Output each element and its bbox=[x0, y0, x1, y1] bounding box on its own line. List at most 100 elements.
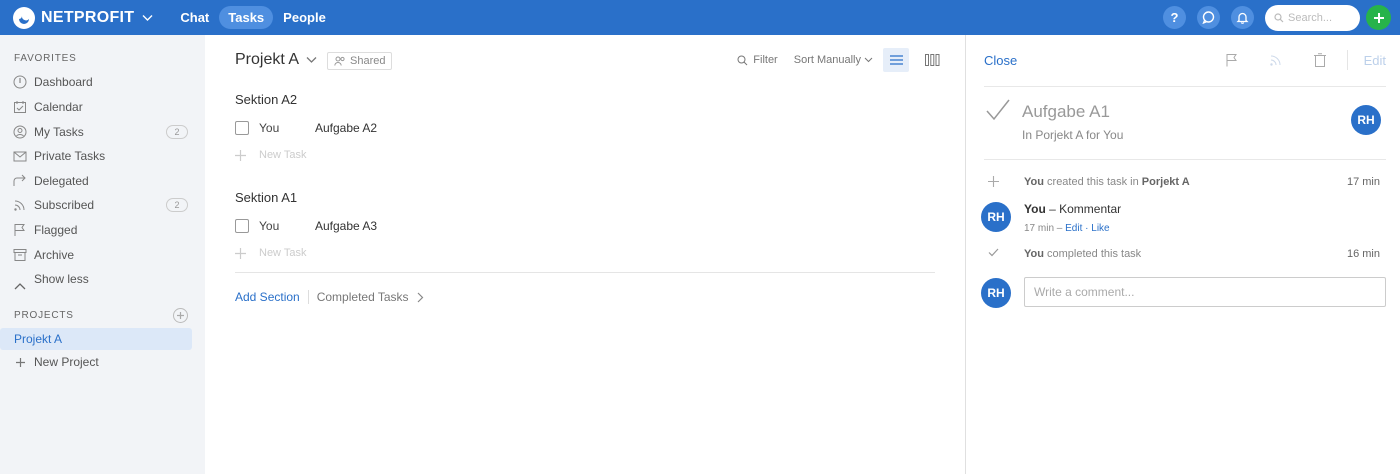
list-footer: Add Section Completed Tasks bbox=[235, 290, 424, 304]
task-checkbox[interactable] bbox=[235, 219, 249, 233]
comment-separator: · bbox=[1082, 223, 1092, 234]
close-button[interactable]: Close bbox=[984, 53, 1017, 68]
new-task-button[interactable]: New Task bbox=[235, 247, 306, 259]
sidebar: FAVORITES Dashboard Calendar My Tasks 2 … bbox=[0, 35, 205, 474]
task-detail-pane: Close Edit Aufgabe A1 In Porjekt A for Y… bbox=[965, 35, 1400, 474]
sidebar-item-projekt-a[interactable]: Projekt A bbox=[0, 328, 192, 350]
bell-icon bbox=[1236, 12, 1249, 24]
sidebar-item-flagged[interactable]: Flagged bbox=[12, 219, 192, 241]
sidebar-item-private-tasks[interactable]: Private Tasks bbox=[12, 145, 192, 167]
add-button[interactable] bbox=[1366, 5, 1391, 30]
app-logo[interactable]: NETPROFIT bbox=[13, 6, 153, 29]
sidebar-item-my-tasks[interactable]: My Tasks 2 bbox=[12, 121, 192, 143]
notifications-button[interactable] bbox=[1231, 6, 1254, 29]
rss-icon bbox=[12, 197, 28, 213]
complete-task-check[interactable] bbox=[986, 99, 1010, 124]
task-title[interactable]: Aufgabe A1 bbox=[1022, 102, 1110, 122]
activity-time: 16 min bbox=[1346, 248, 1380, 260]
chevron-down-icon bbox=[306, 51, 317, 69]
plus-icon bbox=[1373, 12, 1384, 23]
logo-text: NETPROFIT bbox=[41, 8, 135, 26]
show-less-toggle[interactable]: Show less bbox=[12, 268, 192, 290]
plus-icon bbox=[235, 149, 246, 161]
activity-text: You created this task in Porjekt A bbox=[1024, 176, 1190, 188]
rss-icon bbox=[1269, 55, 1281, 66]
shared-label: Shared bbox=[350, 55, 386, 67]
project-title[interactable]: Projekt A bbox=[235, 51, 317, 69]
add-project-button[interactable] bbox=[173, 308, 188, 323]
chat-bubble-icon bbox=[1202, 11, 1215, 24]
shared-badge[interactable]: Shared bbox=[327, 52, 393, 70]
task-row[interactable]: You Aufgabe A3 bbox=[235, 216, 935, 236]
comment-edit-link[interactable]: Edit bbox=[1065, 223, 1082, 234]
chat-button[interactable] bbox=[1197, 6, 1220, 29]
avatar[interactable]: RH bbox=[1351, 105, 1381, 135]
comment-placeholder: Write a comment... bbox=[1034, 285, 1135, 299]
activity-body: completed this task bbox=[1043, 248, 1142, 260]
task-assignee: You bbox=[259, 121, 280, 135]
divider bbox=[984, 159, 1386, 160]
calendar-icon bbox=[12, 99, 28, 115]
task-row[interactable]: You Aufgabe A2 bbox=[235, 118, 935, 138]
list-view-button[interactable] bbox=[883, 48, 909, 72]
section-title[interactable]: Sektion A1 bbox=[235, 190, 297, 205]
new-task-label: New Task bbox=[259, 149, 307, 161]
sidebar-item-calendar[interactable]: Calendar bbox=[12, 96, 192, 118]
checkmark-icon bbox=[988, 248, 999, 260]
comment-time: 17 min – bbox=[1024, 223, 1066, 234]
sidebar-item-label: Private Tasks bbox=[34, 149, 106, 163]
project-label: Projekt A bbox=[14, 332, 63, 346]
chevron-up-icon bbox=[12, 278, 28, 294]
count-badge: 2 bbox=[166, 125, 188, 139]
sidebar-item-subscribed[interactable]: Subscribed 2 bbox=[12, 194, 192, 216]
tab-tasks[interactable]: Tasks bbox=[219, 6, 274, 29]
task-name[interactable]: Aufgabe A3 bbox=[315, 219, 377, 233]
comment-like-link[interactable]: Like bbox=[1091, 223, 1109, 234]
task-name[interactable]: Aufgabe A2 bbox=[315, 121, 377, 135]
comment-input[interactable]: Write a comment... bbox=[1024, 277, 1386, 307]
favorites-heading: FAVORITES bbox=[14, 53, 77, 64]
sidebar-item-archive[interactable]: Archive bbox=[12, 244, 192, 266]
avatar[interactable]: RH bbox=[981, 202, 1011, 232]
activity-actor: You bbox=[1024, 176, 1044, 188]
top-bar: NETPROFIT Chat Tasks People ? Search... bbox=[0, 0, 1400, 35]
chevron-right-icon bbox=[417, 292, 423, 302]
filter-label: Filter bbox=[753, 54, 778, 66]
search-input[interactable]: Search... bbox=[1265, 4, 1360, 31]
divider bbox=[1346, 50, 1348, 70]
delete-button[interactable] bbox=[1309, 49, 1331, 71]
add-section-link[interactable]: Add Section bbox=[235, 290, 300, 304]
completed-tasks-link[interactable]: Completed Tasks bbox=[317, 290, 424, 304]
chevron-down-icon bbox=[864, 57, 873, 63]
divider bbox=[984, 86, 1386, 87]
plus-icon bbox=[988, 176, 999, 190]
dashboard-icon bbox=[12, 74, 28, 90]
sidebar-item-label: My Tasks bbox=[34, 125, 84, 139]
edit-button[interactable]: Edit bbox=[1364, 53, 1386, 68]
sidebar-item-dashboard[interactable]: Dashboard bbox=[12, 71, 192, 93]
top-right-controls: ? Search... bbox=[1163, 0, 1400, 35]
help-button[interactable]: ? bbox=[1163, 6, 1186, 29]
subscribe-button[interactable] bbox=[1265, 49, 1287, 71]
sidebar-item-delegated[interactable]: Delegated bbox=[12, 170, 192, 192]
sort-dropdown[interactable]: Sort Manually bbox=[794, 54, 873, 66]
flag-button[interactable] bbox=[1221, 49, 1243, 71]
new-project-label: New Project bbox=[34, 355, 99, 369]
section-title[interactable]: Sektion A2 bbox=[235, 92, 297, 107]
board-view-button[interactable] bbox=[919, 48, 945, 72]
new-project-button[interactable]: New Project bbox=[12, 351, 192, 373]
plus-icon bbox=[177, 312, 184, 319]
task-checkbox[interactable] bbox=[235, 121, 249, 135]
filter-button[interactable]: Filter bbox=[737, 54, 778, 66]
detail-toolbar: Edit bbox=[1199, 49, 1386, 71]
sort-label: Sort Manually bbox=[793, 54, 861, 66]
new-task-button[interactable]: New Task bbox=[235, 149, 306, 161]
tab-chat[interactable]: Chat bbox=[171, 6, 218, 29]
sidebar-item-label: Dashboard bbox=[34, 75, 93, 89]
checkmark-icon bbox=[986, 99, 1010, 121]
projects-heading: PROJECTS bbox=[14, 310, 74, 321]
comment-author: You bbox=[1024, 202, 1046, 216]
sidebar-item-label: Flagged bbox=[34, 223, 78, 237]
chevron-down-icon[interactable] bbox=[142, 11, 153, 25]
tab-people[interactable]: People bbox=[274, 6, 335, 29]
